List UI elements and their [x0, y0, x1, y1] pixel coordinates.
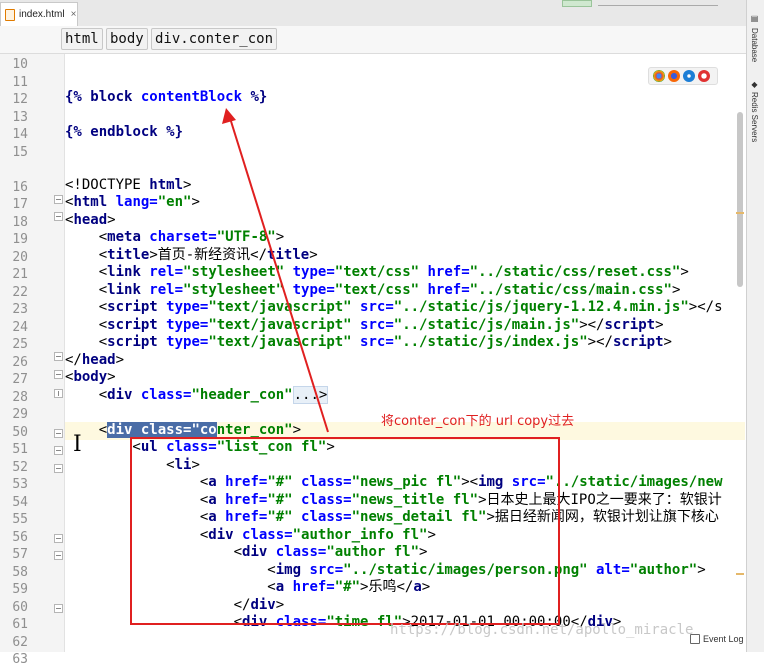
line-number: 21	[12, 267, 28, 282]
fold-marker[interactable]	[54, 195, 63, 204]
line-number: 26	[12, 355, 28, 370]
code-line-23: <link rel="stylesheet" type="text/css" h…	[65, 282, 681, 298]
line-number: 51	[12, 442, 28, 457]
line-number: 22	[12, 285, 28, 300]
tab-label: index.html	[19, 9, 65, 20]
code-line-29: <div class="header_con"...>	[65, 386, 329, 404]
line-number: 12	[12, 92, 28, 107]
code-line-22: <link rel="stylesheet" type="text/css" h…	[65, 264, 689, 280]
event-log-button[interactable]: Event Log	[690, 634, 744, 644]
fold-marker[interactable]	[54, 370, 63, 379]
vertical-scrollbar[interactable]	[737, 112, 743, 287]
database-panel-button[interactable]: Database	[750, 28, 759, 62]
fold-marker[interactable]	[54, 352, 63, 361]
annotation-text: 将conter_con下的 url copy过去	[381, 414, 575, 429]
code-line-17: <!DOCTYPE html>	[65, 177, 192, 193]
breadcrumb: html body div.conter_con	[0, 26, 746, 54]
line-number: 56	[12, 530, 28, 545]
html-file-icon	[5, 8, 15, 21]
line-number: 54	[12, 495, 28, 510]
line-number: 60	[12, 600, 28, 615]
line-number: 57	[12, 547, 28, 562]
line-number: 18	[12, 215, 28, 230]
line-number: 52	[12, 460, 28, 475]
redis-icon: ◆	[750, 80, 759, 89]
browser-preview-bar	[648, 67, 718, 85]
chrome-icon[interactable]	[653, 70, 665, 82]
line-number: 11	[12, 75, 28, 90]
toolbar-widget	[562, 0, 746, 7]
fold-expand-icon[interactable]	[54, 389, 63, 398]
line-number: 17	[12, 197, 28, 212]
line-number: 58	[12, 565, 28, 580]
firefox-icon[interactable]	[668, 70, 680, 82]
breadcrumb-item-div[interactable]: div.conter_con	[151, 28, 278, 50]
selected-text: div class="co	[107, 422, 217, 438]
close-icon[interactable]: ×	[71, 9, 77, 20]
code-line-24: <script type="text/javascript" src="../s…	[65, 299, 723, 315]
watermark: https://blog.csdn.net/apollo_miracle	[390, 622, 694, 638]
line-number: 29	[12, 407, 28, 422]
line-number: 61	[12, 617, 28, 632]
text-cursor-icon: I	[73, 432, 82, 457]
line-number: 24	[12, 320, 28, 335]
line-number: 14	[12, 127, 28, 142]
line-number: 10	[12, 57, 28, 72]
breadcrumb-item-html[interactable]: html	[61, 28, 103, 50]
line-number: 28	[12, 390, 28, 405]
line-number: 62	[12, 635, 28, 650]
warning-marker[interactable]	[736, 212, 744, 214]
collapsed-block[interactable]: ...>	[292, 386, 329, 404]
code-line-14: {% endblock %}	[65, 124, 184, 140]
warning-marker[interactable]	[736, 573, 744, 575]
line-number: 53	[12, 477, 28, 492]
fold-marker[interactable]	[54, 446, 63, 455]
line-number-gutter: 10 11 12 13 14 15 16 17 18 19 20 21 22 23 24 25 26 27 28 29…	[0, 54, 65, 667]
fold-marker[interactable]	[54, 604, 63, 613]
database-icon: ▤	[750, 14, 759, 23]
tab-index-html[interactable]: index.html ×	[0, 2, 78, 26]
line-number: 55	[12, 512, 28, 527]
code-line-19: <head>	[65, 212, 116, 228]
line-number: 16	[12, 180, 28, 195]
redis-servers-panel-button[interactable]: Redis Servers	[750, 92, 759, 142]
code-line-27: </head>	[65, 352, 125, 368]
line-number: 23	[12, 302, 28, 317]
fold-marker[interactable]	[54, 464, 63, 473]
line-number: 15	[12, 145, 28, 160]
highlight-box	[130, 437, 560, 625]
code-line-28: <body>	[65, 369, 116, 385]
line-number: 25	[12, 337, 28, 352]
code-line-25: <script type="text/javascript" src="../s…	[65, 317, 664, 333]
fold-marker[interactable]	[54, 212, 63, 221]
editor-tab-bar: index.html ×	[0, 0, 746, 27]
line-number: 19	[12, 232, 28, 247]
code-line-21: <title>首页-新经资讯</title>	[65, 247, 318, 263]
line-number: 20	[12, 250, 28, 265]
code-line-20: <meta charset="UTF-8">	[65, 229, 285, 245]
opera-icon[interactable]	[698, 70, 710, 82]
safari-icon[interactable]	[683, 70, 695, 82]
line-number: 13	[12, 110, 28, 125]
fold-marker[interactable]	[54, 551, 63, 560]
breadcrumb-item-body[interactable]: body	[106, 28, 148, 50]
code-line-18: <html lang="en">	[65, 194, 200, 210]
line-number: 27	[12, 372, 28, 387]
event-log-label: Event Log	[703, 634, 744, 644]
fold-marker[interactable]	[54, 429, 63, 438]
line-number: 59	[12, 582, 28, 597]
line-number: 63	[12, 652, 28, 667]
line-number: 50	[12, 425, 28, 440]
code-line-26: <script type="text/javascript" src="../s…	[65, 334, 672, 350]
tool-window-strip: ▤ Database ◆ Redis Servers	[746, 0, 764, 652]
fold-marker[interactable]	[54, 534, 63, 543]
code-line-12: {% block contentBlock %}	[65, 89, 268, 105]
